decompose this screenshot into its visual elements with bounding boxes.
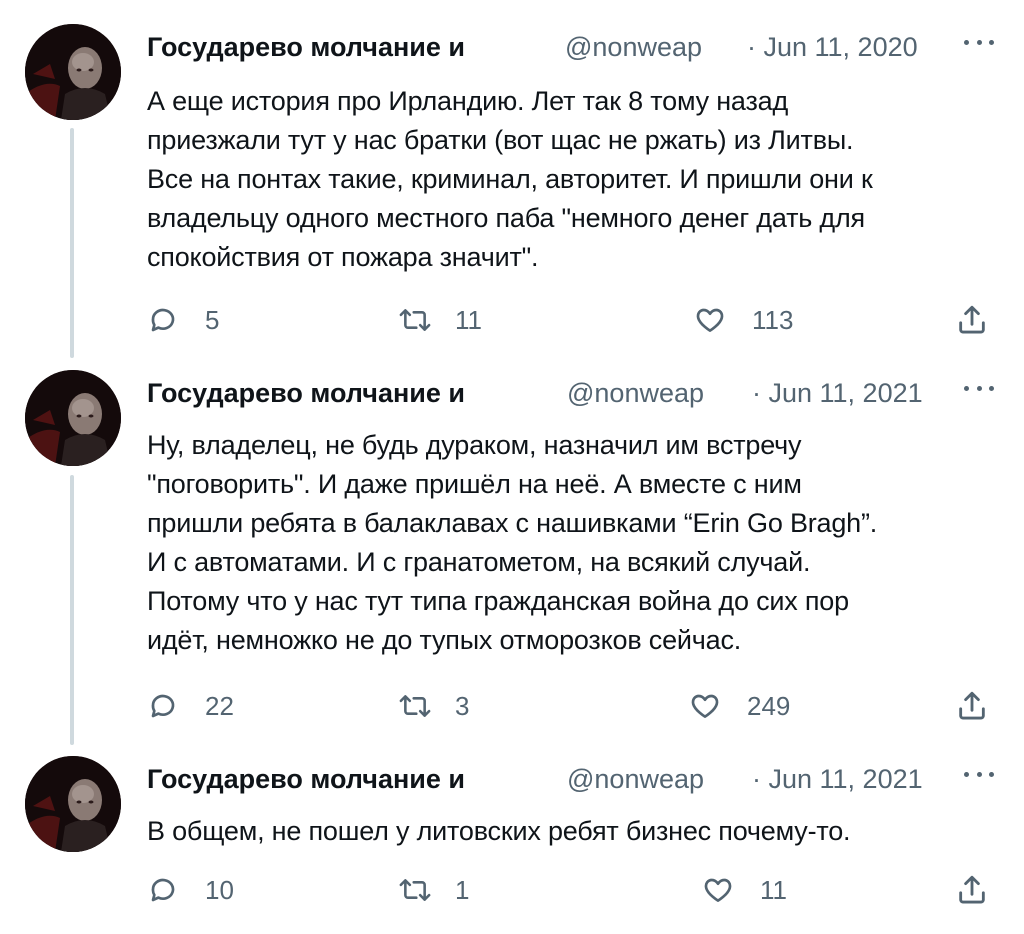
- retweet-count: 3: [455, 690, 470, 721]
- tweet-header: Государево молчание и @nonweap · Jun 11,…: [147, 28, 1024, 68]
- more-icon[interactable]: [964, 30, 994, 54]
- tweet-text-line: спокойствия от пожара значит".: [147, 242, 539, 272]
- author-name[interactable]: Государево молчание и: [147, 764, 465, 795]
- avatar-image: [25, 756, 121, 852]
- share-icon: [959, 875, 985, 904]
- retweet-icon: [399, 309, 431, 331]
- more-icon[interactable]: [964, 762, 994, 786]
- tweet-text-line: пришли ребята в балаклавах с нашивками “…: [147, 508, 878, 538]
- like-count: 11: [760, 874, 787, 905]
- tweet-text-line: Потому что у нас тут типа гражданская во…: [147, 586, 849, 616]
- reply-button[interactable]: 5: [147, 302, 219, 338]
- tweet-text-line: владельцу одного местного паба "немного …: [147, 203, 865, 233]
- share-icon: [959, 305, 985, 334]
- like-count: 113: [752, 304, 794, 335]
- tweet[interactable]: Государево молчание и @nonweap · Jun 11,…: [0, 732, 1024, 934]
- reply-icon: [151, 878, 175, 902]
- retweet-button[interactable]: 11: [397, 302, 482, 338]
- share-icon: [959, 691, 985, 720]
- tweet-text-line: А еще история про Ирландию. Лет так 8 то…: [147, 86, 788, 116]
- share-button[interactable]: [955, 302, 989, 338]
- like-icon: [696, 308, 724, 332]
- reply-count: 5: [205, 304, 220, 335]
- tweet-text: В общем, не пошел у литовских ребят бизн…: [147, 812, 997, 851]
- like-icon: [691, 694, 719, 718]
- tweet-text-line: приезжали тут у нас братки (вот щас не р…: [147, 125, 854, 155]
- retweet-count: 11: [455, 304, 482, 335]
- tweet-text-line: Все на понтах такие, криминал, авторитет…: [147, 164, 873, 194]
- tweet[interactable]: Государево молчание и @nonweap · Jun 11,…: [0, 0, 1024, 360]
- more-icon[interactable]: [964, 376, 994, 400]
- tweet-header: Государево молчание и @nonweap · Jun 11,…: [147, 374, 1024, 414]
- tweet-text: А еще история про Ирландию. Лет так 8 то…: [147, 82, 997, 277]
- avatar-image: [25, 24, 121, 120]
- retweet-icon: [399, 879, 431, 901]
- author-handle[interactable]: @nonweap: [567, 764, 704, 795]
- author-name[interactable]: Государево молчание и: [147, 378, 465, 409]
- author-handle[interactable]: @nonweap: [565, 32, 702, 63]
- like-button[interactable]: 11: [702, 872, 787, 908]
- tweet-text: Ну, владелец, не будь дураком, назначил …: [147, 426, 997, 660]
- tweet-date[interactable]: · Jun 11, 2021: [752, 764, 923, 795]
- retweet-button[interactable]: 3: [397, 688, 469, 724]
- tweet-text-line: "поговорить". И даже пришёл на неё. А вм…: [147, 469, 802, 499]
- tweet-thread: Государево молчание и @nonweap · Jun 11,…: [0, 0, 1024, 934]
- reply-icon: [151, 694, 175, 718]
- tweet-actions: 10 1 11: [147, 872, 997, 908]
- avatar[interactable]: [25, 24, 121, 120]
- reply-icon: [151, 308, 175, 332]
- tweet-text-line: идёт, немножко не до тупых отморозков се…: [147, 625, 742, 655]
- like-button[interactable]: 113: [694, 302, 793, 338]
- share-button[interactable]: [955, 872, 989, 908]
- share-button[interactable]: [955, 688, 989, 724]
- tweet-header: Государево молчание и @nonweap · Jun 11,…: [147, 760, 1024, 800]
- tweet-text-line: И с автоматами. И с гранатометом, на вся…: [147, 547, 811, 577]
- like-button[interactable]: 249: [689, 688, 790, 724]
- reply-button[interactable]: 22: [147, 688, 234, 724]
- reply-button[interactable]: 10: [147, 872, 234, 908]
- like-icon: [704, 878, 732, 902]
- tweet-actions: 22 3 249: [147, 688, 997, 724]
- reply-count: 10: [205, 874, 234, 905]
- like-count: 249: [747, 690, 791, 721]
- tweet-actions: 5 11 113: [147, 302, 997, 338]
- tweet-date[interactable]: · Jun 11, 2020: [747, 32, 918, 63]
- avatar[interactable]: [25, 370, 121, 466]
- avatar[interactable]: [25, 756, 121, 852]
- tweet-date[interactable]: · Jun 11, 2021: [752, 378, 923, 409]
- tweet[interactable]: Государево молчание и @nonweap · Jun 11,…: [0, 346, 1024, 746]
- avatar-image: [25, 370, 121, 466]
- author-handle[interactable]: @nonweap: [567, 378, 704, 409]
- tweet-text-line: Ну, владелец, не будь дураком, назначил …: [147, 430, 802, 460]
- reply-count: 22: [205, 690, 234, 721]
- retweet-icon: [399, 695, 431, 717]
- author-name[interactable]: Государево молчание и: [147, 32, 465, 63]
- retweet-button[interactable]: 1: [397, 872, 469, 908]
- retweet-count: 1: [455, 874, 470, 905]
- tweet-text-line: В общем, не пошел у литовских ребят бизн…: [147, 816, 851, 846]
